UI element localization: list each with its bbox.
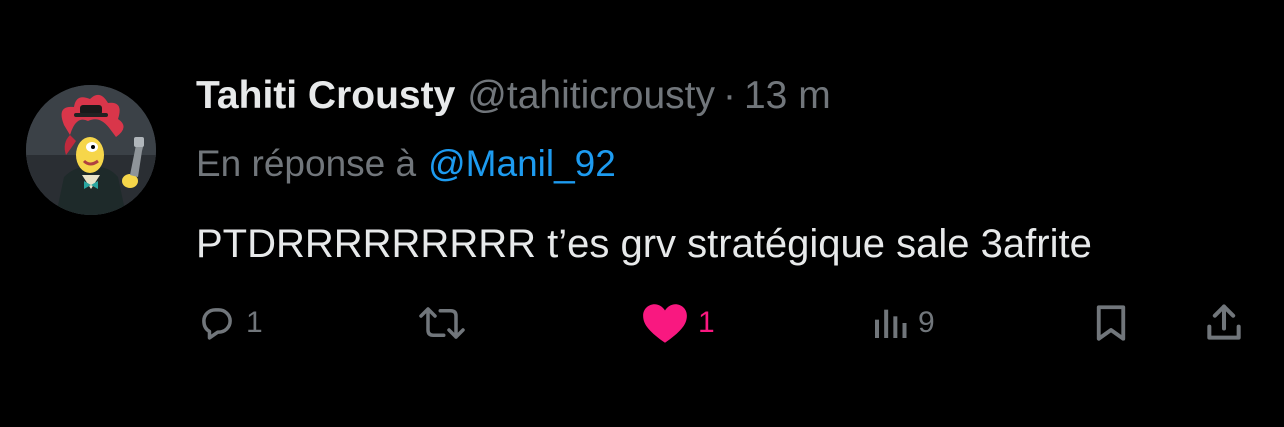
author-display-name[interactable]: Tahiti Crousty: [196, 74, 455, 118]
tweet-card[interactable]: Tahiti Crousty @tahiticrousty · 13 m En …: [0, 0, 1284, 427]
like-count: 1: [698, 306, 715, 339]
bookmark-icon: [1096, 305, 1126, 341]
cartoon-character-avatar: [26, 85, 156, 215]
bookmark-button[interactable]: [1090, 295, 1132, 351]
reply-mention-link[interactable]: @Manil_92: [428, 143, 616, 185]
tweet-timestamp[interactable]: 13 m: [744, 74, 831, 118]
action-bar: 1 1 9: [0, 295, 1284, 351]
tweet-text: PTDRRRRRRRRR t’es grv stratégique sale 3…: [196, 221, 1092, 266]
views-button[interactable]: 9: [870, 295, 935, 351]
author-handle[interactable]: @tahiticrousty: [467, 74, 715, 118]
reply-bubble-icon: [202, 308, 232, 340]
reply-button[interactable]: 1: [196, 295, 263, 351]
reply-prefix: En réponse à: [196, 143, 417, 184]
separator-dot: ·: [722, 74, 736, 117]
avatar[interactable]: [26, 85, 156, 215]
share-button[interactable]: [1202, 295, 1246, 351]
reply-context: En réponse à @Manil_92: [196, 136, 616, 192]
retweet-icon: [419, 307, 465, 339]
share-icon: [1207, 304, 1241, 340]
tweet-header: Tahiti Crousty @tahiticrousty · 13 m: [196, 68, 831, 124]
views-bar-chart-icon: [875, 309, 907, 338]
like-button[interactable]: 1: [640, 295, 715, 351]
reply-count: 1: [246, 306, 263, 339]
retweet-button[interactable]: [416, 295, 476, 351]
views-count: 9: [918, 306, 935, 339]
heart-icon: [643, 304, 687, 343]
